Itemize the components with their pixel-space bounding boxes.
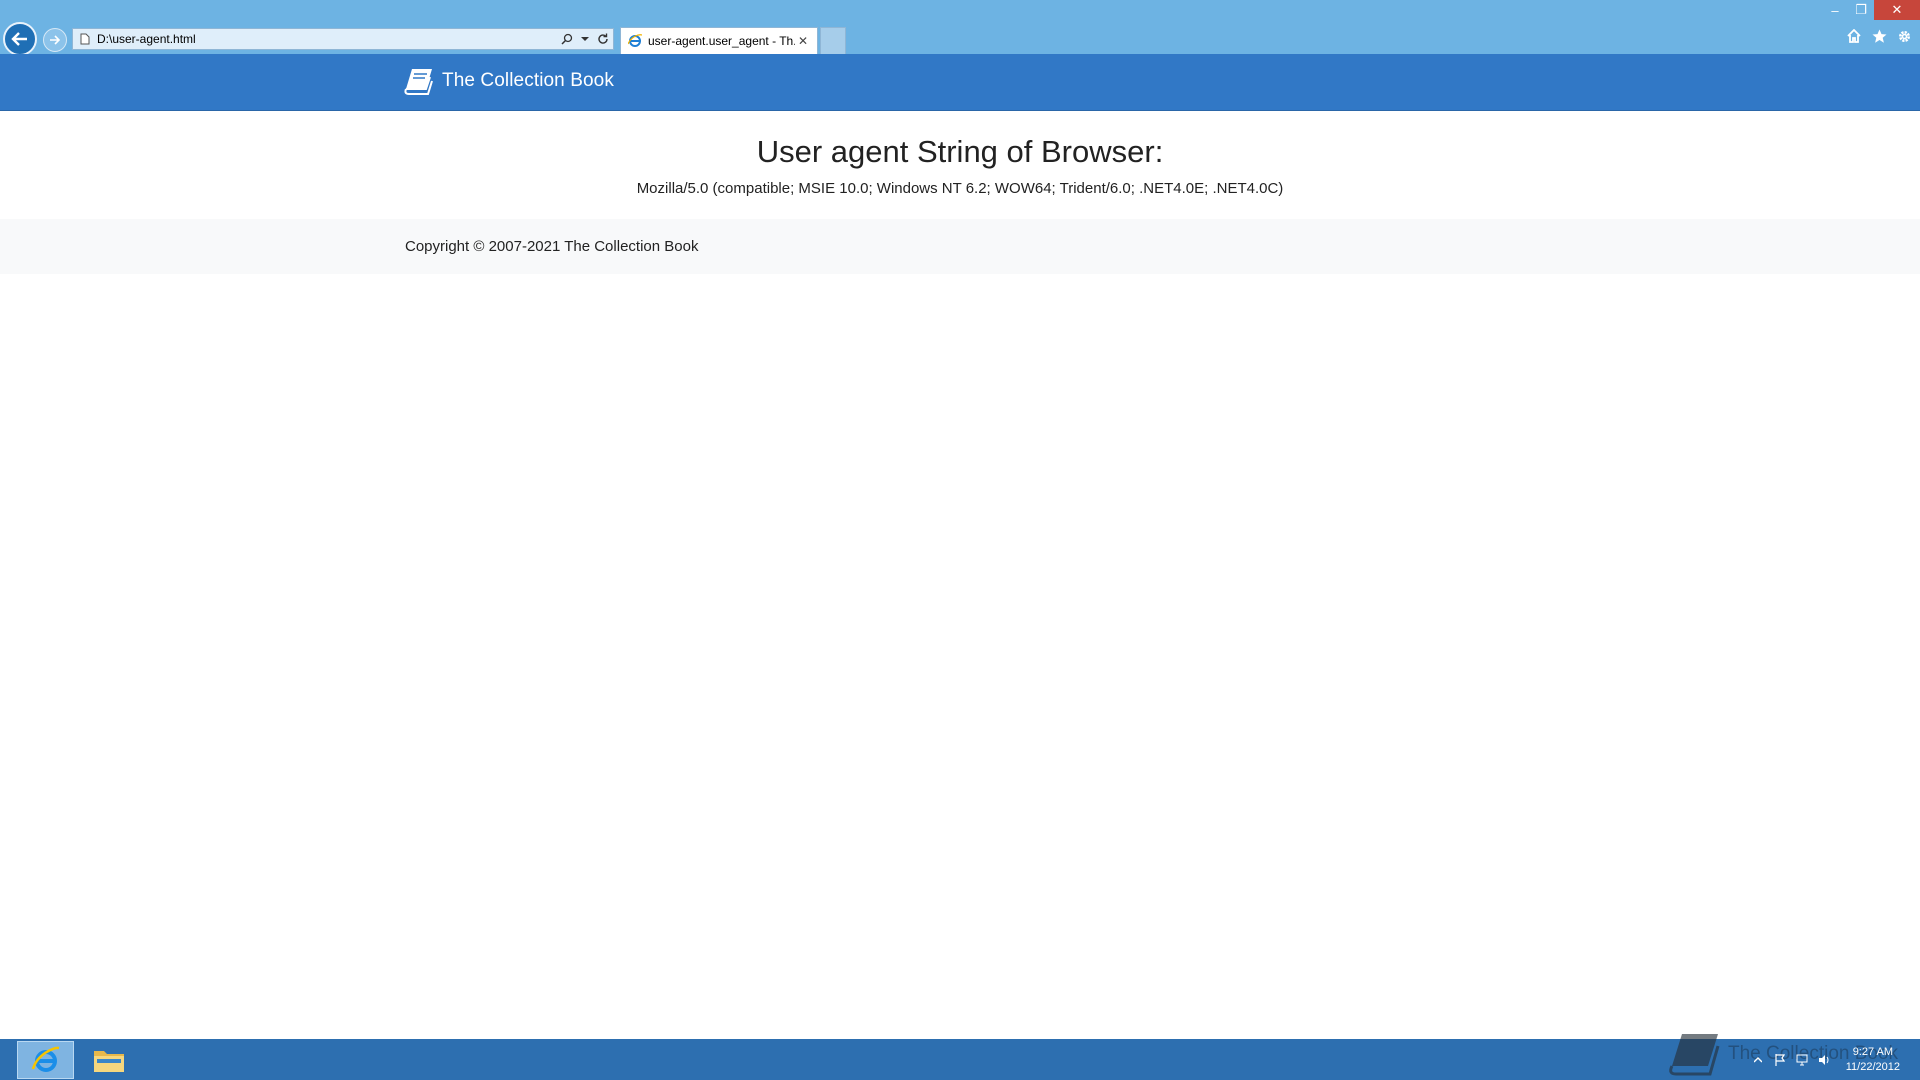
book-watermark-icon: [1669, 1034, 1720, 1076]
restore-button[interactable]: ❐: [1848, 0, 1874, 20]
forward-button[interactable]: [43, 28, 67, 52]
home-icon[interactable]: [1846, 28, 1862, 44]
folder-icon: [93, 1051, 124, 1072]
book-logo-icon: [404, 69, 433, 95]
star-icon[interactable]: [1871, 28, 1887, 44]
volume-icon[interactable]: [1818, 1053, 1830, 1067]
brand-name: The Collection Book: [442, 70, 614, 91]
ie-favicon-icon: [626, 34, 644, 48]
search-icon[interactable]: [559, 30, 575, 48]
address-bar[interactable]: [72, 28, 614, 50]
gear-icon[interactable]: [1896, 28, 1912, 44]
page-title: User agent String of Browser:: [756, 134, 1164, 169]
site-footer: Copyright © 2007-2021 The Collection Boo…: [0, 219, 1920, 274]
taskbar-explorer-button[interactable]: [80, 1041, 137, 1079]
window-controls: – ❐ ✕: [1822, 0, 1920, 20]
new-tab-button[interactable]: [820, 27, 846, 54]
network-icon[interactable]: [1796, 1053, 1808, 1067]
system-tray: 9:27 AM 11/22/2012: [1752, 1045, 1900, 1075]
internet-explorer-icon: [31, 1046, 59, 1072]
browser-toolbar: [1846, 28, 1912, 44]
back-arrow-icon: [11, 32, 27, 46]
clock-time: 9:27 AM: [1852, 1046, 1894, 1058]
flag-icon[interactable]: [1774, 1053, 1786, 1067]
browser-chrome: user-agent.user_agent - Th... ✕ – ❐ ✕: [0, 0, 1920, 56]
page-icon: [77, 33, 93, 45]
close-tab-icon[interactable]: ✕: [795, 34, 811, 48]
dropdown-icon[interactable]: [577, 30, 593, 48]
clock-date: 11/22/2012: [1845, 1061, 1900, 1073]
back-button[interactable]: [3, 22, 37, 56]
clock[interactable]: 9:27 AM 11/22/2012: [1846, 1045, 1900, 1075]
forward-arrow-icon: [50, 35, 61, 45]
main-content: User agent String of Browser: Mozilla/5.…: [0, 111, 1920, 219]
taskbar-ie-button[interactable]: [17, 1041, 74, 1079]
tab-user-agent[interactable]: user-agent.user_agent - Th... ✕: [620, 27, 818, 54]
tab-label: user-agent.user_agent - Th...: [648, 34, 795, 48]
site-header: The Collection Book: [0, 54, 1920, 111]
copyright-text: Copyright © 2007-2021 The Collection Boo…: [405, 238, 699, 255]
close-window-button[interactable]: ✕: [1874, 0, 1920, 20]
taskbar: [0, 1039, 1920, 1080]
user-agent-string: Mozilla/5.0 (compatible; MSIE 10.0; Wind…: [636, 180, 1284, 197]
address-input[interactable]: [93, 30, 559, 48]
refresh-icon[interactable]: [595, 30, 611, 48]
brand-link[interactable]: The Collection Book: [404, 66, 614, 96]
minimize-button[interactable]: –: [1822, 0, 1848, 20]
chevron-up-icon[interactable]: [1752, 1053, 1764, 1067]
